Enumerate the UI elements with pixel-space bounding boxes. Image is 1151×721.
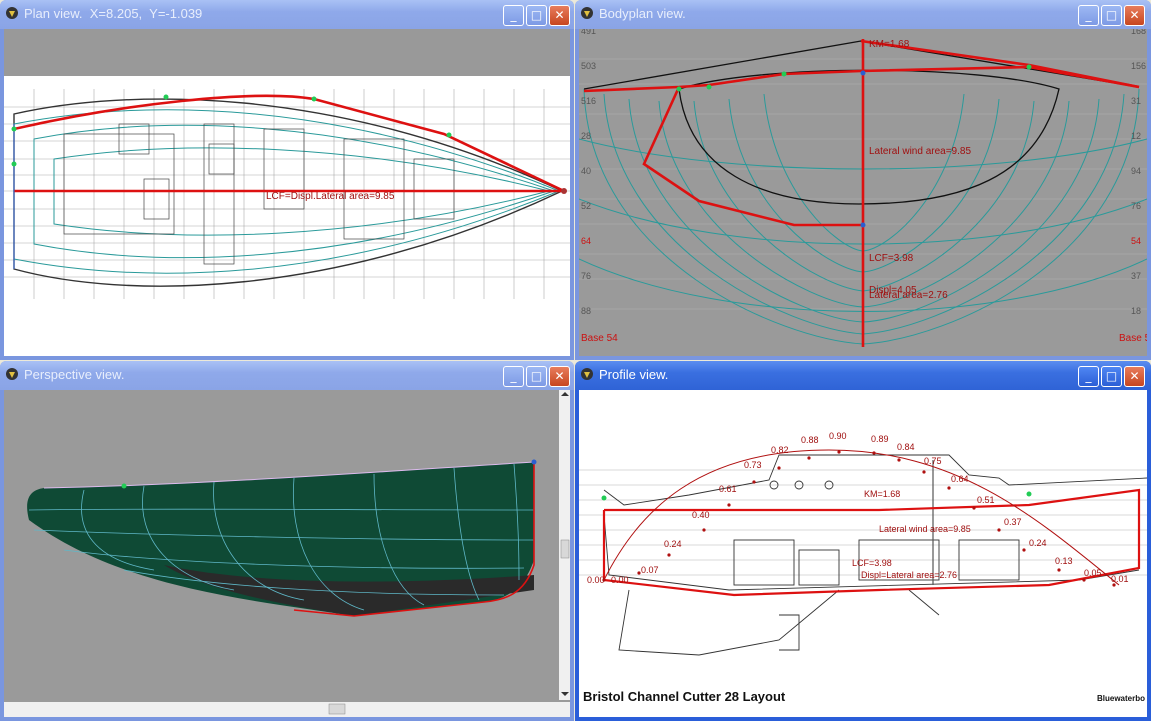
window-title: Profile view. [599,367,669,382]
app-icon [6,7,18,19]
window-title: Plan view. X=8.205, Y=-1.039 [24,6,203,21]
plan-view-window: Plan view. X=8.205, Y=-1.039 _ □ ✕ LCF=D… [0,0,574,360]
left-tick: 76 [581,271,591,281]
app-icon [581,368,593,380]
bodyplan-km-label: KM=1.68 [869,39,910,50]
curve-label: 0.88 [801,435,819,445]
curve-label: 0.40 [692,510,710,520]
profile-view-canvas[interactable]: 0.00 0.00 0.07 0.24 0.40 0.61 0.73 0.82 … [579,390,1147,717]
perspective-view-window: Perspective view. _ □ ✕ [0,361,574,721]
maximize-button[interactable]: □ [526,5,547,26]
window-title: Bodyplan view. [599,6,686,21]
left-tick: 88 [581,306,591,316]
curve-label: 0.01 [1111,574,1129,584]
curve-label: 0.84 [897,442,915,452]
curve-label: 0.24 [1029,538,1047,548]
curve-label: 0.00 [611,575,629,585]
watermark-text: Bluewaterbo [1097,694,1145,703]
curve-label: 0.07 [641,565,659,575]
profile-view-titlebar[interactable]: Profile view. _ □ ✕ [575,361,1151,390]
left-tick: 52 [581,201,591,211]
maximize-button[interactable]: □ [1101,366,1122,387]
minimize-button[interactable]: _ [503,5,524,26]
curve-label: 0.73 [744,460,762,470]
bodyplan-view-titlebar[interactable]: Bodyplan view. _ □ ✕ [575,0,1151,29]
minimize-button[interactable]: _ [1078,366,1099,387]
maximize-button[interactable]: □ [526,366,547,387]
perspective-view-titlebar[interactable]: Perspective view. _ □ ✕ [0,361,574,390]
minimize-button[interactable]: _ [1078,5,1099,26]
bodyplan-lateral-label: Lateral area=2.76 [869,290,948,301]
left-tick: 40 [581,166,591,176]
curve-label: 0.64 [951,474,969,484]
app-icon [581,7,593,19]
left-tick: 491 [581,29,596,36]
left-tick: 503 [581,61,596,71]
plan-view-canvas[interactable]: LCF=Displ.Lateral area=9.85 [4,29,570,356]
right-tick: 156 [1131,61,1146,71]
bodyplan-view-canvas[interactable]: KM=1.68 Lateral wind area=9.85 LCF=3.98 … [579,29,1147,356]
curve-label: 0.89 [871,434,889,444]
curve-label: 0.61 [719,484,737,494]
minimize-button[interactable]: _ [503,366,524,387]
right-tick: 54 [1131,236,1141,246]
right-tick: 31 [1131,96,1141,106]
profile-view-window: Profile view. _ □ ✕ 0.00 0.00 0.07 0.24 … [575,361,1151,721]
bodyplan-wind-label: Lateral wind area=9.85 [869,146,971,157]
base-right-label: Base 5 [1119,333,1147,344]
curve-label: 0.00 [587,575,605,585]
right-tick: 37 [1131,271,1141,281]
right-tick: 94 [1131,166,1141,176]
plan-lcf-label: LCF=Displ.Lateral area=9.85 [266,191,395,202]
left-tick: 28 [581,131,591,141]
drawing-caption: Bristol Channel Cutter 28 Layout [583,689,786,704]
profile-km-label: KM=1.68 [864,489,900,499]
right-tick: 18 [1131,306,1141,316]
curve-label: 0.75 [924,456,942,466]
plan-view-titlebar[interactable]: Plan view. X=8.205, Y=-1.039 _ □ ✕ [0,0,574,29]
profile-wind-label: Lateral wind area=9.85 [879,524,971,534]
curve-label: 0.05 [1084,568,1102,578]
right-tick: 168 [1131,29,1146,36]
maximize-button[interactable]: □ [1101,5,1122,26]
bodyplan-view-window: Bodyplan view. _ □ ✕ KM=1.68 Lateral win… [575,0,1151,360]
left-tick: 64 [581,236,591,246]
left-tick: 516 [581,96,596,106]
bodyplan-lcf-label: LCF=3.98 [869,253,914,264]
right-tick: 76 [1131,201,1141,211]
curve-label: 0.51 [977,495,995,505]
base-left-label: Base 54 [581,333,618,344]
window-title: Perspective view. [24,367,125,382]
perspective-view-canvas[interactable] [4,390,570,717]
profile-displ-label: Displ=Lateral area=2.76 [861,570,957,580]
curve-label: 0.13 [1055,556,1073,566]
close-button[interactable]: ✕ [549,5,570,26]
curve-label: 0.82 [771,445,789,455]
app-icon [6,368,18,380]
curve-label: 0.24 [664,539,682,549]
close-button[interactable]: ✕ [549,366,570,387]
right-tick: 12 [1131,131,1141,141]
profile-lcf-label: LCF=3.98 [852,558,892,568]
curve-label: 0.37 [1004,517,1022,527]
curve-label: 0.90 [829,431,847,441]
close-button[interactable]: ✕ [1124,5,1145,26]
close-button[interactable]: ✕ [1124,366,1145,387]
